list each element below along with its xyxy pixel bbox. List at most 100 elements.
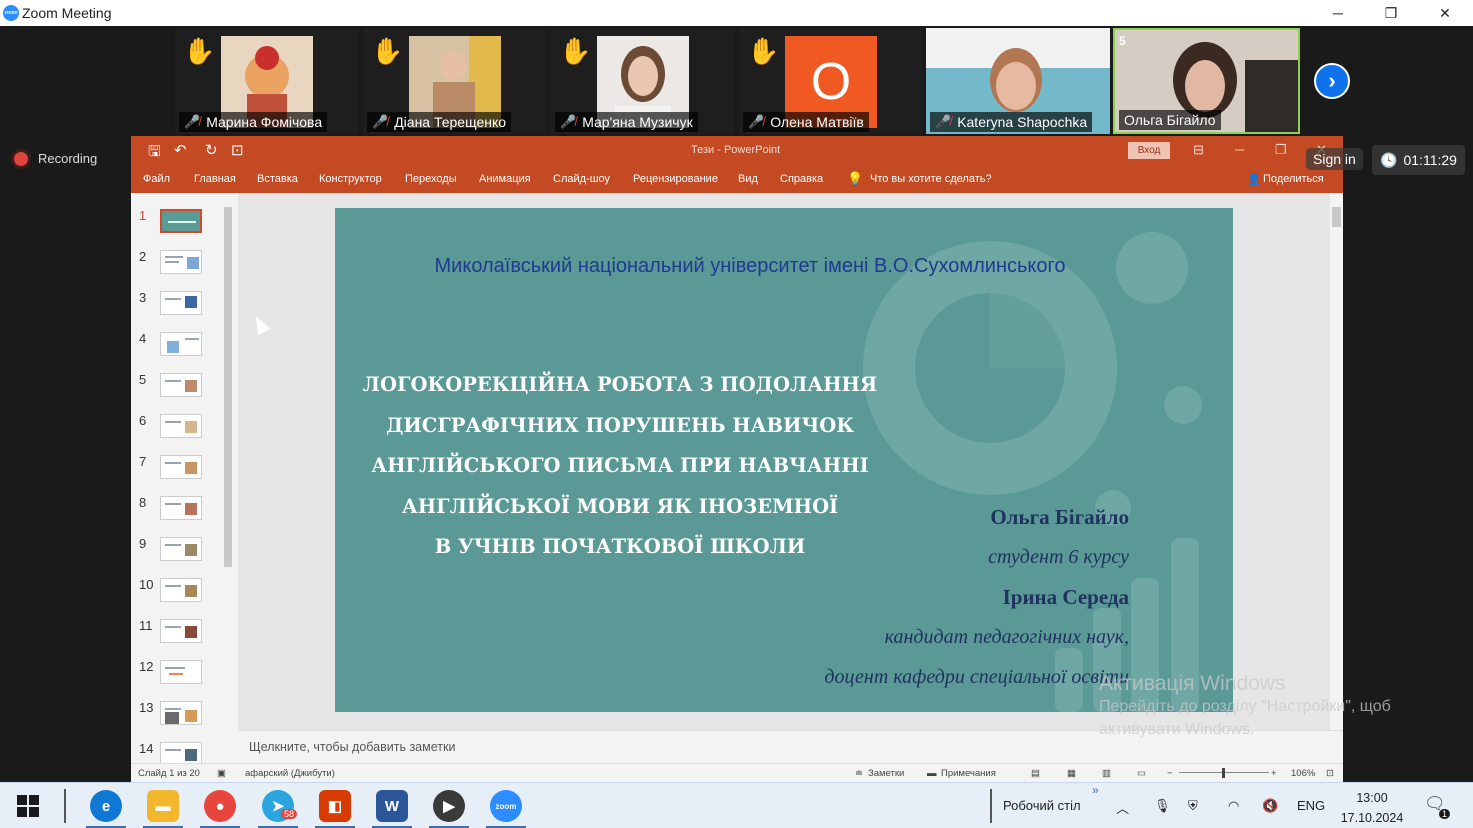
slide-thumbnail[interactable]: 11 bbox=[131, 618, 236, 659]
zoom-in-button[interactable]: + bbox=[1271, 768, 1277, 779]
edge-icon[interactable]: e bbox=[90, 790, 122, 822]
tab-animations[interactable]: Анимация bbox=[479, 173, 531, 185]
zoom-level[interactable]: 106% bbox=[1291, 768, 1315, 779]
slide-thumbnails-pane: 1 2 3 4 5 6 7 8 9 10 11 12 13 14 bbox=[131, 193, 236, 766]
sign-in-button[interactable]: Вход bbox=[1128, 142, 1170, 159]
editor-scrollbar[interactable] bbox=[1330, 193, 1343, 730]
slide-thumbnail[interactable]: 7 bbox=[131, 454, 236, 495]
clock-date: 17.10.2024 bbox=[1340, 811, 1404, 825]
office-icon[interactable]: ◧ bbox=[319, 790, 351, 822]
media-player-icon[interactable]: ▶ bbox=[433, 790, 465, 822]
zoom-out-button[interactable]: − bbox=[1167, 768, 1173, 779]
participant-tile[interactable]: ✋ O 🎤̸ Олена Матвіїв bbox=[739, 28, 922, 134]
minimize-button[interactable]: ─ bbox=[1311, 0, 1365, 26]
author-name: Ольга Бігайло bbox=[990, 505, 1129, 529]
comments-icon: ▬ bbox=[927, 768, 937, 779]
volume-muted-icon[interactable]: 🔇 bbox=[1262, 798, 1278, 814]
save-icon[interactable]: 🖫 bbox=[148, 141, 161, 166]
spellcheck-icon[interactable]: ▣ bbox=[217, 768, 226, 779]
participant-name-bar: 🎤̸ Мар'яна Музичук bbox=[555, 112, 698, 132]
participant-name: Марина Фомічова bbox=[206, 114, 323, 130]
slide-thumbnail[interactable]: 13 bbox=[131, 700, 236, 741]
participant-name-bar: Ольга Бігайло bbox=[1119, 110, 1221, 130]
system-clock[interactable]: 13:00 17.10.2024 bbox=[1330, 788, 1414, 828]
language-indicator[interactable]: афарский (Джибути) bbox=[245, 768, 335, 779]
restore-button[interactable]: ❐ bbox=[1364, 0, 1418, 26]
tell-me-search[interactable]: Что вы хотите сделать? bbox=[870, 173, 992, 185]
desktop-toolbar-label[interactable]: Робочий стіл bbox=[1003, 798, 1081, 813]
tab-view[interactable]: Вид bbox=[738, 173, 758, 185]
clock-icon: 🕓 bbox=[1380, 151, 1398, 168]
mic-muted-icon: 🎤̸ bbox=[372, 114, 389, 129]
windows-activation-watermark: Активація Windows Перейдіть до розділу "… bbox=[1099, 672, 1391, 738]
recording-indicator[interactable]: Recording bbox=[14, 151, 97, 166]
ribbon-display-icon[interactable]: ⊟ bbox=[1193, 142, 1204, 158]
slide-thumbnail[interactable]: 3 bbox=[131, 290, 236, 331]
microphone-icon[interactable]: 🎙 bbox=[1154, 798, 1171, 814]
share-icon[interactable]: 👤 bbox=[1247, 173, 1261, 186]
sign-in-link[interactable]: Sign in bbox=[1306, 148, 1363, 170]
redo-icon[interactable]: ↻ bbox=[205, 141, 218, 159]
security-icon[interactable]: ⛨ bbox=[1188, 798, 1198, 814]
timer-value: 01:11:29 bbox=[1403, 152, 1457, 168]
tab-slideshow[interactable]: Слайд-шоу bbox=[553, 173, 610, 185]
author-role: студент 6 курсу bbox=[988, 546, 1129, 568]
slide-counter: Слайд 1 из 20 bbox=[138, 768, 200, 779]
current-slide[interactable]: Миколаївський національний університет і… bbox=[335, 208, 1233, 712]
meeting-timer: 🕓 01:11:29 bbox=[1372, 145, 1465, 175]
slide-thumbnail[interactable]: 4 bbox=[131, 331, 236, 372]
participant-tile[interactable]: 🎤̸ Kateryna Shapochka bbox=[926, 28, 1110, 134]
input-language[interactable]: ENG bbox=[1297, 798, 1325, 813]
thumbnails-scrollbar[interactable] bbox=[222, 193, 234, 763]
recording-dot-icon bbox=[14, 151, 28, 166]
heading-line: В УЧНІВ ПОЧАТКОВОЇ ШКОЛИ bbox=[434, 535, 806, 558]
tab-file[interactable]: Файл bbox=[143, 173, 170, 185]
notes-button[interactable]: Заметки bbox=[868, 768, 904, 779]
sorter-view-icon[interactable]: ▦ bbox=[1067, 768, 1076, 779]
slideshow-view-icon[interactable]: ▭ bbox=[1137, 768, 1146, 779]
slide-thumbnail[interactable]: 8 bbox=[131, 495, 236, 536]
toolbar-expand-icon[interactable]: » bbox=[1092, 783, 1099, 797]
tab-help[interactable]: Справка bbox=[780, 173, 823, 185]
tab-insert[interactable]: Вставка bbox=[257, 173, 298, 185]
chrome-icon[interactable]: ● bbox=[204, 790, 236, 822]
slide-thumbnail[interactable]: 5 bbox=[131, 372, 236, 413]
show-hidden-icons-button[interactable]: ︿ bbox=[1116, 798, 1129, 817]
tab-home[interactable]: Главная bbox=[194, 173, 236, 185]
participant-tile[interactable]: ✋ 🎤̸ Діана Терещенко bbox=[363, 28, 546, 134]
comments-button[interactable]: Примечания bbox=[941, 768, 996, 779]
share-button[interactable]: Поделиться bbox=[1263, 173, 1324, 185]
active-speaker-tile[interactable]: 5 Ольга Бігайло bbox=[1113, 28, 1300, 134]
ppt-minimize-button[interactable]: ─ bbox=[1235, 142, 1244, 157]
raised-hand-icon: ✋ bbox=[747, 36, 780, 66]
start-presentation-icon[interactable]: ⊡ bbox=[231, 141, 244, 159]
raised-hand-icon: ✋ bbox=[559, 36, 592, 66]
participant-name-bar: 🎤̸ Kateryna Shapochka bbox=[930, 112, 1093, 132]
slide-thumbnail[interactable]: 9 bbox=[131, 536, 236, 577]
file-explorer-icon[interactable]: ▬ bbox=[147, 790, 179, 822]
slide-thumbnail[interactable]: 10 bbox=[131, 577, 236, 618]
fit-slide-icon[interactable]: ⊡ bbox=[1326, 768, 1334, 779]
normal-view-icon[interactable]: ▤ bbox=[1031, 768, 1040, 779]
slide-thumbnail[interactable]: 1 bbox=[131, 208, 236, 249]
slide-thumbnail[interactable]: 6 bbox=[131, 413, 236, 454]
ppt-restore-button[interactable]: ❐ bbox=[1275, 142, 1287, 158]
close-button[interactable]: ✕ bbox=[1418, 0, 1472, 26]
tab-review[interactable]: Рецензирование bbox=[633, 173, 718, 185]
participant-tile[interactable]: ✋ 🎤̸ Мар'яна Музичук bbox=[551, 28, 734, 134]
slide-thumbnail[interactable]: 2 bbox=[131, 249, 236, 290]
reading-view-icon[interactable]: ▥ bbox=[1102, 768, 1111, 779]
participant-tile[interactable]: ✋ 🎤̸ Марина Фомічова bbox=[175, 28, 358, 134]
windows-start-icon[interactable] bbox=[17, 795, 39, 817]
tab-design[interactable]: Конструктор bbox=[319, 173, 382, 185]
taskbar-divider bbox=[64, 789, 66, 823]
word-icon[interactable]: W bbox=[376, 790, 408, 822]
slide-thumbnail[interactable]: 12 bbox=[131, 659, 236, 700]
tab-transitions[interactable]: Переходы bbox=[405, 173, 457, 185]
undo-icon[interactable]: ↶ bbox=[174, 141, 187, 159]
zoom-slider-thumb[interactable] bbox=[1222, 768, 1225, 778]
participant-name-bar: 🎤̸ Діана Терещенко bbox=[367, 112, 512, 132]
wifi-icon[interactable]: ◠ bbox=[1228, 798, 1239, 814]
next-page-button[interactable]: › bbox=[1314, 63, 1350, 99]
zoom-app-icon[interactable]: zoom bbox=[490, 790, 522, 822]
